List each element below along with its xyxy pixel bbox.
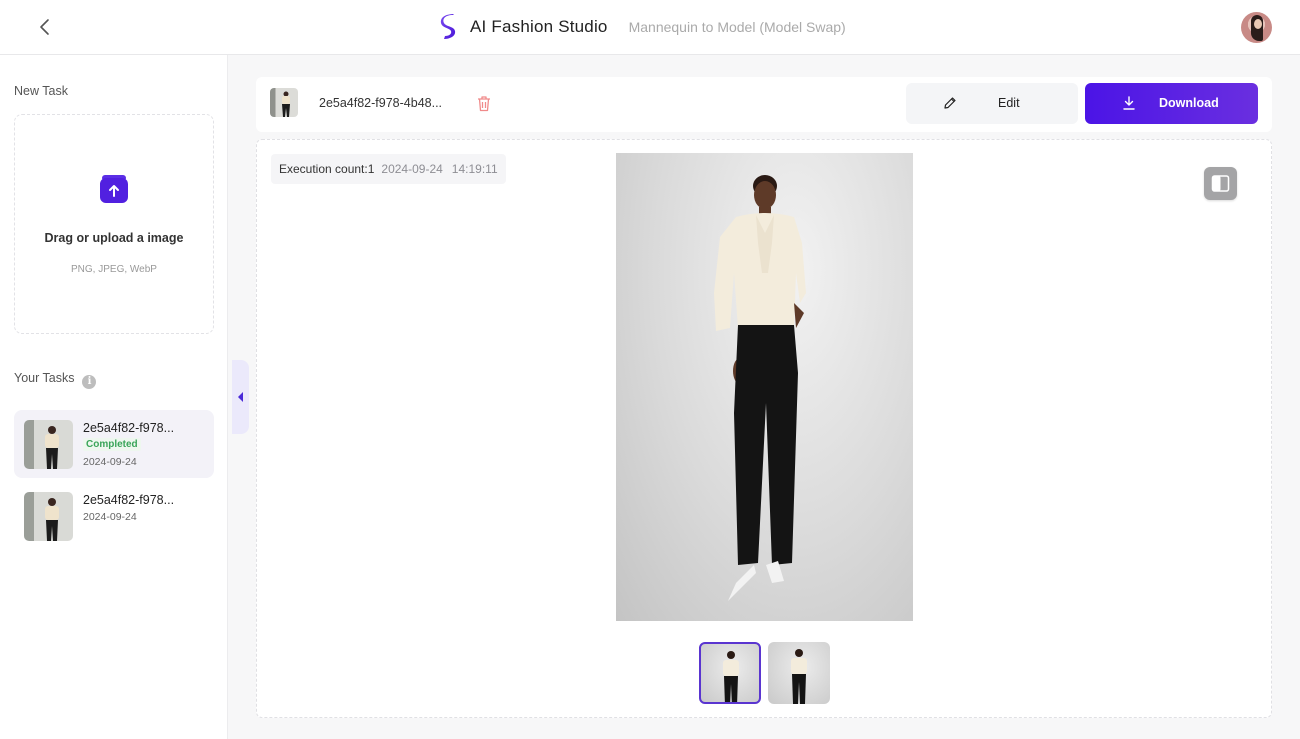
upload-formats-hint: PNG, JPEG, WebP [71,264,157,275]
sidebar: New Task Drag or upload a image PNG, JPE… [0,55,228,739]
upload-dropzone[interactable]: Drag or upload a image PNG, JPEG, WebP [14,114,214,334]
result-thumbnail[interactable] [768,642,830,704]
task-date: 2024-09-24 [83,511,137,523]
task-thumbnail [24,420,73,469]
split-view-icon [1211,175,1230,192]
brand: AI Fashion Studio Mannequin to Model (Mo… [440,14,846,40]
task-list-item[interactable]: 2e5a4f82-f978... 2024-09-24 [14,482,214,550]
execution-time: 14:19:11 [451,162,498,176]
task-thumbnail [24,492,73,541]
compare-view-button[interactable] [1204,167,1237,200]
page-subtitle: Mannequin to Model (Model Swap) [628,19,846,35]
edit-button[interactable]: Edit [906,83,1078,124]
result-image[interactable] [616,153,913,621]
task-thumbnail [270,88,298,117]
brand-logo-icon [440,14,456,39]
info-icon[interactable]: i [82,375,97,389]
download-label: Download [1159,96,1219,110]
pencil-icon [944,97,956,109]
task-toolbar: 2e5a4f82-f978-4b48... Edit Download [256,77,1272,132]
your-tasks-heading: Your Tasks i [14,371,97,389]
sidebar-collapse-handle[interactable] [232,360,249,434]
upload-icon [100,175,128,203]
model-illustration [714,175,806,601]
execution-count: Execution count:1 [279,162,375,176]
task-name: 2e5a4f82-f978... [83,493,175,507]
new-task-label: New Task [14,84,68,98]
app-header: AI Fashion Studio Mannequin to Model (Mo… [0,0,1300,55]
trash-icon [478,96,490,112]
task-date: 2024-09-24 [83,456,137,468]
app-title: AI Fashion Studio [470,17,608,36]
chevron-left-icon [40,19,49,35]
task-status-badge: Completed [83,438,141,451]
current-task-name: 2e5a4f82-f978-4b48... [319,96,443,110]
your-tasks-label: Your Tasks [14,371,75,385]
upload-title: Drag or upload a image [44,231,184,245]
back-button[interactable] [34,16,56,38]
user-avatar[interactable] [1241,12,1272,43]
delete-task-button[interactable] [476,95,492,112]
edit-label: Edit [998,96,1020,110]
download-button[interactable]: Download [1085,83,1258,124]
task-list-item[interactable]: 2e5a4f82-f978... Completed 2024-09-24 [14,410,214,478]
execution-date: 2024-09-24 [381,162,443,176]
caret-left-icon [238,392,243,402]
result-thumbnail[interactable] [699,642,761,704]
execution-info: Execution count:1 2024-09-24 14:19:11 [271,154,506,184]
task-name: 2e5a4f82-f978... [83,421,175,435]
result-panel: Execution count:1 2024-09-24 14:19:11 [256,139,1272,718]
download-icon [1123,96,1135,110]
